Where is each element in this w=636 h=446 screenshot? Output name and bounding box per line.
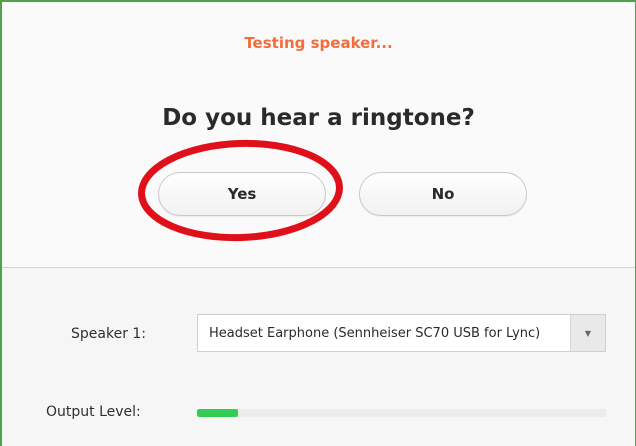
yes-button[interactable]: Yes — [158, 172, 326, 216]
output-level-fill — [197, 409, 238, 417]
chevron-down-icon[interactable]: ▼ — [570, 315, 605, 351]
speaker-select-value: Headset Earphone (Sennheiser SC70 USB fo… — [209, 325, 541, 341]
speaker-test-panel: Testing speaker... Do you hear a rington… — [2, 2, 635, 267]
output-level-meter — [197, 409, 606, 417]
no-button[interactable]: No — [359, 172, 527, 216]
speaker-label: Speaker 1: — [71, 326, 147, 342]
output-level-label: Output Level: — [46, 404, 141, 420]
question-heading: Do you hear a ringtone? — [162, 105, 475, 131]
status-text: Testing speaker... — [244, 34, 393, 52]
speaker-select[interactable]: Headset Earphone (Sennheiser SC70 USB fo… — [197, 314, 606, 352]
